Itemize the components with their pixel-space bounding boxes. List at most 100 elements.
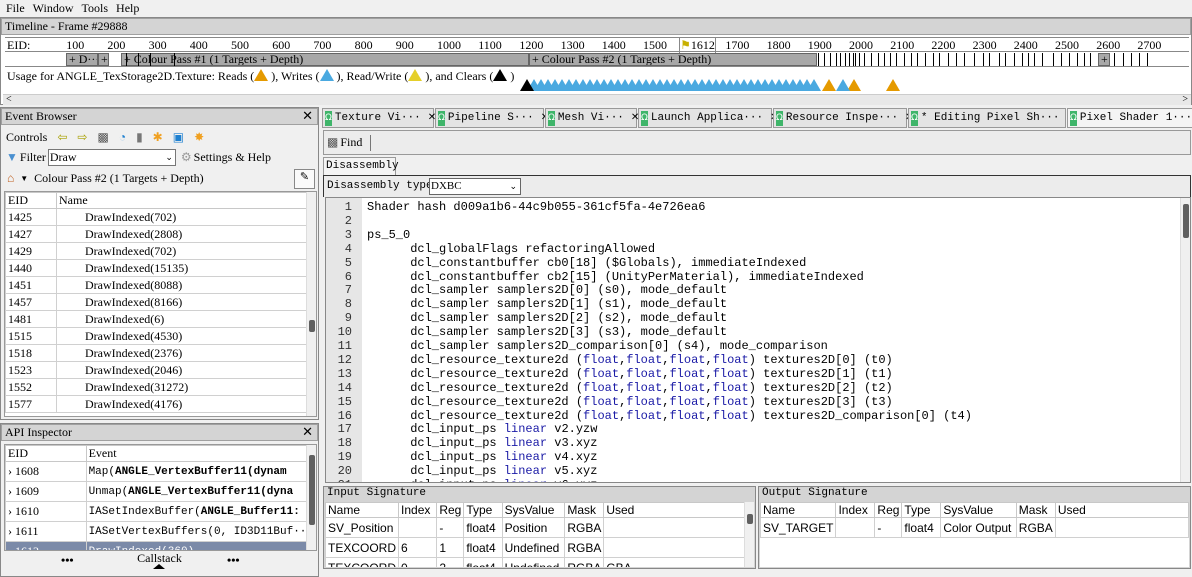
pass-colour-1[interactable]: + Colour Pass #1 (1 Targets + Depth) xyxy=(121,53,529,66)
pass-collapsed-2[interactable]: + xyxy=(1098,53,1110,66)
scroll-left-icon[interactable]: < xyxy=(6,94,12,105)
callstack-label[interactable]: Callstack xyxy=(137,551,182,565)
column-header[interactable]: SysValue xyxy=(940,502,1017,518)
scroll-right-icon[interactable]: > xyxy=(1182,94,1188,105)
menu-window[interactable]: Window xyxy=(33,1,74,16)
tab-1[interactable]: ΩPipeline S···✕ xyxy=(435,108,549,128)
event-row[interactable]: 1440 DrawIndexed(15135) xyxy=(5,259,316,277)
menu-help[interactable]: Help xyxy=(116,1,139,16)
bookmark-icon[interactable]: ▮ xyxy=(136,130,143,145)
find-binoculars-icon[interactable]: ▩ xyxy=(97,130,108,145)
chevron-down-icon[interactable]: ⌄ xyxy=(509,179,517,194)
event-row[interactable]: 1427 DrawIndexed(2808) xyxy=(5,225,316,243)
star-icon[interactable]: ✱ xyxy=(153,130,163,145)
settings-gear-icon[interactable]: ✸ xyxy=(194,130,204,145)
expand-up-icon[interactable] xyxy=(153,564,165,569)
column-header[interactable]: Mask xyxy=(1015,502,1056,518)
column-header[interactable]: Reg xyxy=(874,502,903,518)
expand-icon[interactable]: › xyxy=(8,524,15,538)
breadcrumb-pass[interactable]: Colour Pass #2 (1 Targets + Depth) xyxy=(34,171,203,186)
home-icon[interactable]: ⌂ xyxy=(7,171,14,186)
more-icon[interactable]: ••• xyxy=(61,553,74,568)
current-eid-marker[interactable]: ⚑1612 xyxy=(679,38,716,53)
timeline-scrollbar[interactable]: < > xyxy=(3,94,1191,105)
pass-collapsed[interactable]: + xyxy=(98,53,109,66)
column-header[interactable]: Mask xyxy=(564,502,605,518)
api-call-row[interactable]: › 1609 Unmap(ANGLE_VertexBuffer11(dyna xyxy=(5,481,316,502)
find-button[interactable]: ▩ Find xyxy=(327,135,372,151)
edit-note-button[interactable]: ✎ xyxy=(294,169,315,189)
close-icon[interactable]: ✕ xyxy=(302,425,313,440)
signature-row[interactable]: SV_TARGET - float4 Color Output RGBA xyxy=(760,517,1189,538)
tab-0[interactable]: Ω Texture Vi··· ✕ xyxy=(322,108,436,128)
expand-icon[interactable]: › xyxy=(8,544,15,550)
callstack-bar[interactable]: ••• Callstack ••• xyxy=(1,551,318,569)
timer-icon[interactable]: ◔ xyxy=(119,130,126,145)
pass-colour-2[interactable]: + Colour Pass #2 (1 Targets + Depth) xyxy=(529,53,817,66)
close-icon[interactable]: ✕ xyxy=(302,109,313,124)
event-row[interactable]: 1481 DrawIndexed(6) xyxy=(5,310,316,328)
event-row[interactable]: 1577 DrawIndexed(4176) xyxy=(5,395,316,413)
expand-icon[interactable]: › xyxy=(8,464,15,478)
column-eid[interactable]: EID xyxy=(5,192,57,209)
disassembly-code-view[interactable]: 1 Shader hash d009a1b6-44c9b055-361cf5fa-… xyxy=(325,197,1191,483)
save-icon[interactable]: ▣ xyxy=(173,130,184,145)
write-marker[interactable] xyxy=(806,79,821,91)
clear-marker[interactable] xyxy=(520,79,535,91)
tab-6[interactable]: ΩPixel Shader 1···✕ xyxy=(1067,108,1192,128)
event-row[interactable]: 1552 DrawIndexed(31272) xyxy=(5,378,316,396)
column-header[interactable]: Index xyxy=(398,502,438,518)
signature-row[interactable]: TEXCOORD 6 1 float4 Undefined RGBA xyxy=(325,537,754,558)
tab-2[interactable]: Ω Mesh Vi··· ✕ xyxy=(545,108,639,128)
signature-row[interactable]: SV_Position - float4 Position RGBA xyxy=(325,517,754,538)
tab-4[interactable]: ΩResource Inspe···✕ xyxy=(773,108,914,128)
forward-arrow-icon[interactable]: ⇨ xyxy=(77,130,87,144)
expand-icon[interactable]: › xyxy=(8,504,15,518)
event-row[interactable]: 1518 DrawIndexed(2376) xyxy=(5,344,316,362)
menu-tools[interactable]: Tools xyxy=(82,1,109,16)
column-header[interactable]: Used xyxy=(603,502,754,518)
column-name[interactable]: Name xyxy=(56,192,316,209)
api-call-row[interactable]: › 1610 IASetIndexBuffer(ANGLE_Buffer11: xyxy=(5,501,316,522)
tab-3[interactable]: ΩLaunch Applica···✕ xyxy=(638,108,779,128)
api-call-row[interactable]: › 1608 Map(ANGLE_VertexBuffer11(dynam xyxy=(5,461,316,482)
timeline-ruler[interactable]: EID: 100 200 300 400 500 600 700 800 900 1000 1100… xyxy=(5,37,1189,53)
event-row[interactable]: 1425 DrawIndexed(702) xyxy=(5,208,316,226)
expand-icon[interactable]: › xyxy=(8,484,15,498)
column-header[interactable]: Name xyxy=(760,502,837,518)
pass-d[interactable]: + D··· xyxy=(66,53,98,66)
column-header[interactable]: Type xyxy=(463,502,503,518)
event-row[interactable]: 1515 DrawIndexed(4530) xyxy=(5,327,316,345)
disassembly-type-select[interactable]: DXBC ⌄ xyxy=(429,178,521,195)
write-marker[interactable] xyxy=(836,79,851,91)
column-header[interactable]: SysValue xyxy=(501,502,566,518)
event-row[interactable]: 1429 DrawIndexed(702) xyxy=(5,242,316,260)
tab-disassembly[interactable]: Disassembly xyxy=(323,157,399,176)
menu-file[interactable]: File xyxy=(6,1,25,16)
column-eid[interactable]: EID xyxy=(5,445,87,462)
settings-help-button[interactable]: Settings & Help xyxy=(194,150,271,165)
read-marker[interactable] xyxy=(821,79,836,91)
column-event[interactable]: Event xyxy=(85,445,316,462)
dropdown-icon[interactable]: ▼ xyxy=(20,174,28,183)
signature-row[interactable]: TEXCOORD02float4UndefinedRGBAGBA xyxy=(325,557,754,567)
column-header[interactable]: Index xyxy=(835,502,876,518)
read-marker[interactable] xyxy=(886,79,901,91)
chevron-down-icon[interactable]: ⌄ xyxy=(165,150,173,165)
api-list-scrollbar[interactable] xyxy=(306,445,316,550)
column-header[interactable]: Used xyxy=(1054,502,1189,518)
event-row[interactable]: 1457 DrawIndexed(8166) xyxy=(5,293,316,311)
back-arrow-icon[interactable]: ⇦ xyxy=(57,130,67,144)
column-header[interactable]: Type xyxy=(901,502,942,518)
api-call-row[interactable]: › 1612DrawIndexed(360) xyxy=(5,541,316,550)
event-row[interactable]: 1451 DrawIndexed(8088) xyxy=(5,276,316,294)
column-header[interactable]: Name xyxy=(325,502,400,518)
filter-input[interactable]: Draw ⌄ xyxy=(47,149,176,166)
input-signature-scrollbar[interactable] xyxy=(744,502,754,567)
api-call-row[interactable]: › 1611 IASetVertexBuffers(0, ID3D11Buf··· xyxy=(5,521,316,542)
more-icon[interactable]: ••• xyxy=(227,553,240,568)
tab-5[interactable]: Ω* Editing Pixel Sh···✕ xyxy=(908,108,1075,128)
event-list-scrollbar[interactable] xyxy=(306,192,316,416)
code-scrollbar[interactable] xyxy=(1180,198,1190,482)
event-row[interactable]: 1523 DrawIndexed(2046) xyxy=(5,361,316,379)
